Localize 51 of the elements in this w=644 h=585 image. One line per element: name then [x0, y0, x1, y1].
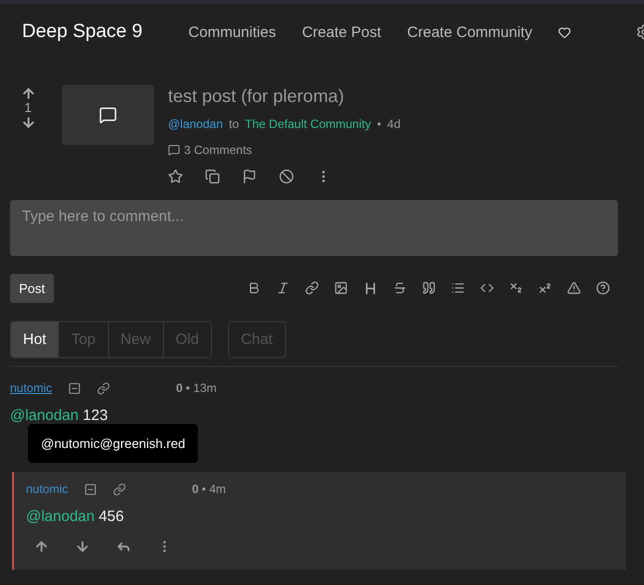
image-icon[interactable] [334, 281, 348, 296]
flag-icon[interactable] [242, 169, 257, 184]
nav-link[interactable]: Create Post [302, 24, 382, 40]
sort-tab[interactable]: Hot [11, 322, 58, 357]
post-score: 1 [24, 101, 32, 115]
meta-text: to [228, 117, 239, 131]
nav-link[interactable]: Create Community [407, 24, 532, 40]
copy-icon[interactable] [205, 169, 220, 184]
comments-link[interactable]: 3 Comments [168, 143, 401, 157]
post-thumbnail[interactable] [62, 85, 154, 145]
comment-text: 123 [82, 407, 108, 424]
strikethrough-icon[interactable] [393, 281, 407, 296]
link-icon[interactable] [97, 382, 110, 394]
comment-score: 0 [176, 381, 183, 395]
post-age: 4d [387, 117, 401, 131]
upvote-icon[interactable] [20, 86, 36, 101]
collapse-icon[interactable] [84, 482, 98, 496]
comment-author[interactable]: nutomic [10, 381, 52, 395]
post-title[interactable]: test post (for pleroma) [168, 86, 401, 107]
nav-link[interactable]: Communities [188, 24, 276, 40]
block-icon[interactable] [279, 169, 294, 184]
comment-text: 456 [98, 508, 124, 525]
comment-author[interactable]: nutomic [26, 482, 68, 496]
site-title[interactable]: Deep Space 9 [22, 21, 142, 43]
comment-age: • 13m [186, 381, 217, 395]
heart-icon[interactable] [558, 26, 572, 38]
link-icon[interactable] [113, 482, 126, 496]
star-icon[interactable] [168, 169, 183, 184]
upvote-icon[interactable] [34, 539, 49, 554]
separator-dot: • [376, 117, 382, 131]
warning-icon[interactable] [567, 281, 581, 296]
quote-icon[interactable] [422, 281, 436, 296]
comment-icon [168, 144, 180, 156]
link-icon[interactable] [305, 281, 319, 296]
downvote-icon[interactable] [20, 115, 36, 130]
message-icon [99, 106, 117, 124]
mention-link[interactable]: @lanodan [10, 407, 79, 424]
comment-score: 0 [192, 482, 199, 496]
downvote-icon[interactable] [75, 539, 90, 554]
author-link[interactable]: @lanodan [168, 117, 223, 131]
community-link[interactable]: The Default Community [244, 117, 371, 131]
bold-icon[interactable] [247, 281, 261, 296]
help-icon[interactable] [596, 281, 610, 296]
comment-age: • 4m [202, 482, 226, 496]
post-button[interactable]: Post [10, 274, 54, 303]
italic-icon[interactable] [276, 281, 290, 296]
collapse-icon[interactable] [68, 382, 82, 394]
heading-icon[interactable] [363, 281, 378, 296]
comment-field[interactable]: Type here to comment... [10, 200, 618, 256]
tooltip: @nutomic@greenish.red [28, 424, 198, 463]
mention-link[interactable]: @lanodan [26, 508, 95, 525]
